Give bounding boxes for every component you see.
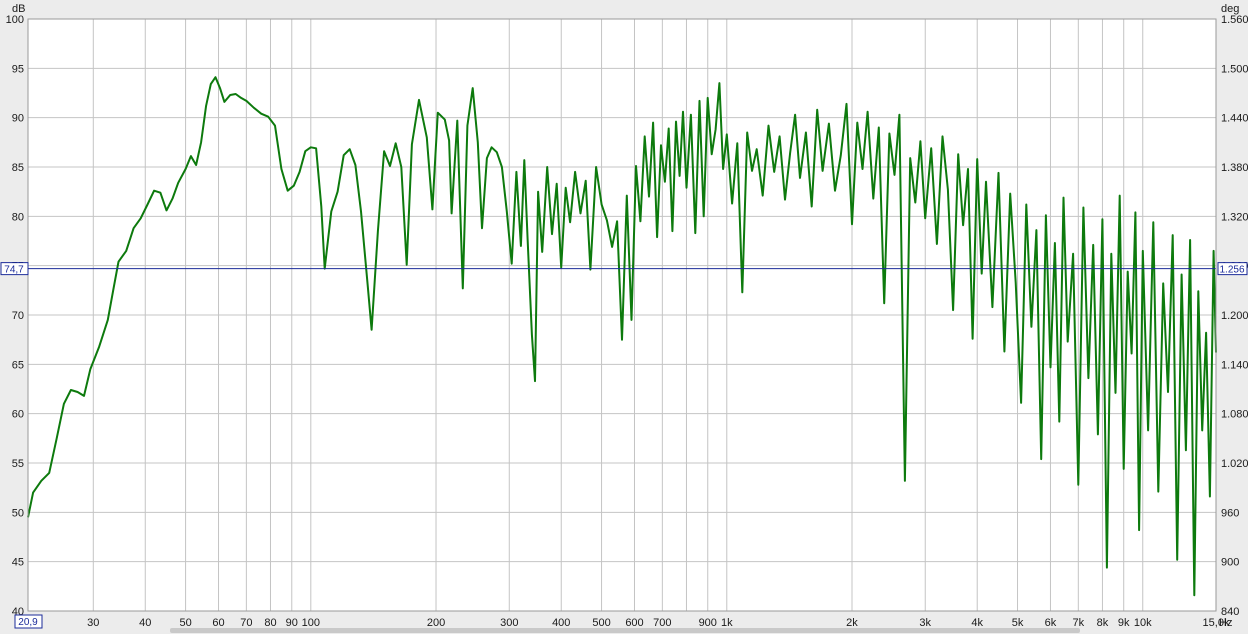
frequency-response-chart: dB deg Hz 404550556065707580859095100 84…: [0, 3, 1248, 629]
x-tick-label: 30: [87, 617, 99, 629]
y2-tick-label: 1.320: [1221, 211, 1248, 223]
x-tick-label: 8k: [1097, 617, 1109, 629]
cursor-x-value: 20,9: [18, 617, 38, 628]
y2-tick-label: 1.500: [1221, 63, 1248, 75]
y-tick-label: 95: [12, 63, 24, 75]
horizontal-scrollbar[interactable]: [170, 628, 1080, 633]
y-tick-label: 100: [6, 14, 24, 26]
y-tick-label: 85: [12, 162, 24, 174]
cursor-y-value: 74,7: [4, 265, 24, 276]
cursor-x-box[interactable]: 20,9: [14, 614, 43, 629]
cursor-y-box[interactable]: 74,7: [0, 262, 29, 276]
cursor-y2-box[interactable]: 1.256: [1217, 262, 1248, 276]
y2-tick-labels: 8409009601.0201.0801.1401.2001.2601.3201…: [1221, 14, 1248, 618]
x-tick-label: 40: [139, 617, 151, 629]
cursor-y2-value: 1.256: [1219, 265, 1244, 276]
y-tick-label: 80: [12, 211, 24, 223]
y2-tick-label: 1.140: [1221, 359, 1248, 371]
x-tick-label: 10k: [1134, 617, 1152, 629]
x-tick-label: 9k: [1118, 617, 1130, 629]
y2-tick-label: 1.200: [1221, 310, 1248, 322]
x-tick-label: 15,0k: [1203, 617, 1230, 629]
y-tick-label: 50: [12, 507, 24, 519]
y-tick-label: 45: [12, 557, 24, 569]
y2-tick-label: 900: [1221, 557, 1239, 569]
y-tick-labels: 404550556065707580859095100: [6, 14, 24, 618]
y-tick-label: 90: [12, 113, 24, 125]
y2-tick-label: 960: [1221, 507, 1239, 519]
y2-tick-label: 1.080: [1221, 409, 1248, 421]
y2-tick-label: 1.440: [1221, 113, 1248, 125]
y2-tick-label: 1.020: [1221, 458, 1248, 470]
y-tick-label: 70: [12, 310, 24, 322]
y-tick-label: 65: [12, 359, 24, 371]
y-tick-label: 55: [12, 458, 24, 470]
y2-tick-label: 1.560: [1221, 14, 1248, 26]
y2-tick-label: 1.380: [1221, 162, 1248, 174]
y-tick-label: 60: [12, 409, 24, 421]
